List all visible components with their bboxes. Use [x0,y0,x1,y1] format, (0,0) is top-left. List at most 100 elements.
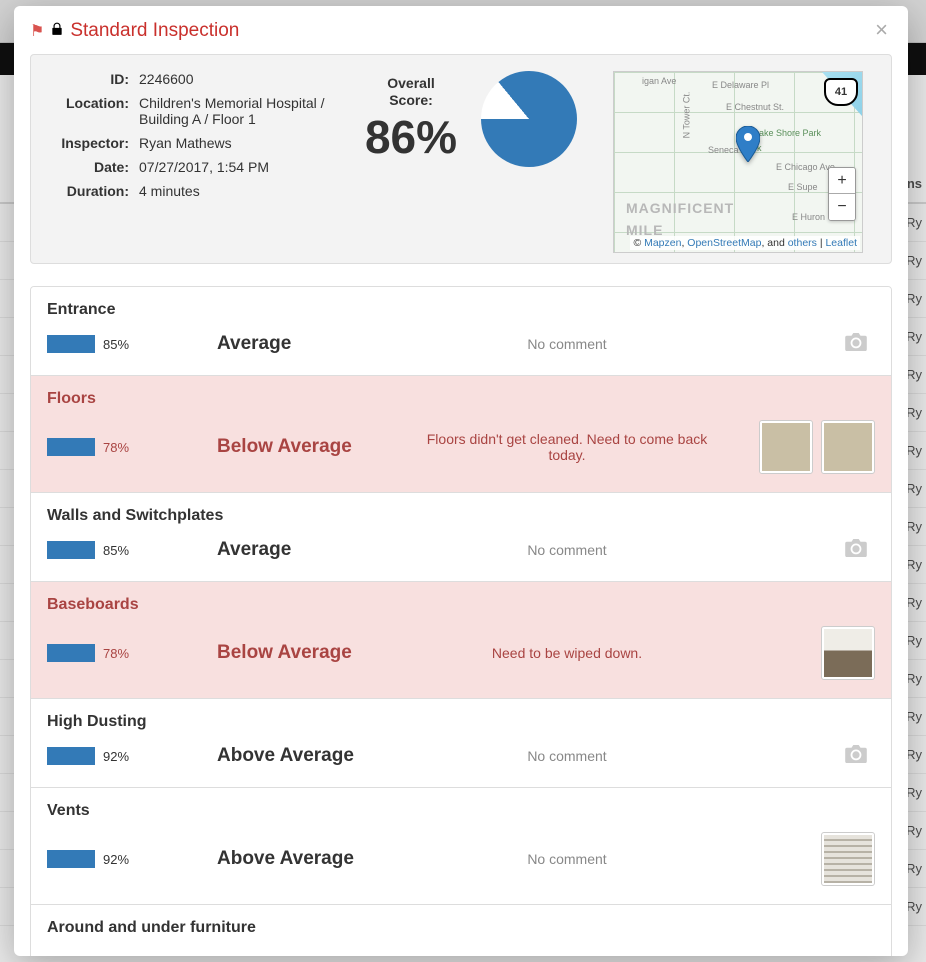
map-marker-icon [736,126,760,165]
meta-location-label: Location: [49,95,129,127]
photo-thumbnail[interactable] [821,626,875,680]
section: Around and under furniture [31,905,891,956]
map-street-delaware: E Delaware Pl [712,80,769,90]
rating-text: Average [217,333,407,355]
photo-image [824,423,872,471]
inspection-sections: Entrance 85% Average No comment Floors 78% Bel… [30,286,892,956]
hwy-shield: 41 [824,78,858,106]
summary-panel: ID: 2246600 Location: Children's Memoria… [30,54,892,264]
map-attribution: © Mapzen, OpenStreetMap, and others | Le… [630,236,860,250]
map-street-michigan: igan Ave [642,76,676,86]
score-bar [47,335,95,353]
flag-icon: ⚑ [30,21,44,41]
meta-inspector-label: Inspector: [49,135,129,151]
leaflet-link[interactable]: Leaflet [825,237,857,249]
camera-icon [819,743,867,769]
score-caption-1: Overall [365,75,457,93]
section: Entrance 85% Average No comment [31,287,891,376]
map-street-tower: N Tower Ct. [681,92,691,139]
zoom-in-button[interactable]: + [829,168,855,194]
section-title: Around and under furniture [47,919,875,937]
section-title: Vents [47,802,875,820]
meta-id-label: ID: [49,71,129,87]
rating-text: Average [217,539,407,561]
score-percent: 78% [103,440,129,455]
camera-icon [819,331,867,357]
score-value: 86% [365,110,457,164]
mapzen-link[interactable]: Mapzen [644,237,681,249]
comment-text: No comment [417,542,717,558]
camera-icon [819,537,867,563]
meta-id-value: 2246600 [139,71,329,87]
section: High Dusting92%Above AverageNo comment [31,699,891,788]
inspection-modal: ⚑ Standard Inspection × ID: 2246600 Loca… [14,6,908,956]
score-bar-cell: 92% [47,747,207,765]
section-row: 92% Above Average No comment [47,743,875,769]
score-bar-cell: 78% [47,644,207,662]
photo-thumbnail[interactable] [759,420,813,474]
photo-image [762,423,810,471]
score-bar [47,850,95,868]
score-pie-chart [481,71,577,167]
modal-title: Standard Inspection [70,20,239,42]
thumbnails [727,331,875,357]
score-bar [47,747,95,765]
section: Floors 78% Below Average Floors didn't get … [31,376,891,493]
lock-icon [50,22,64,40]
section: Vents 92% Above Average No comment [31,788,891,905]
score-caption-2: Score: [365,92,457,110]
map-street-superior: E Supe [788,182,818,192]
section-row: 92% Above Average No comment [47,832,875,886]
section-title: Baseboards [47,596,875,614]
section-title: Entrance [47,301,875,319]
section-title: Walls and Switchplates [47,507,875,525]
photo-image [824,835,872,883]
thumbnails [727,537,875,563]
comment-text: Floors didn't get cleaned. Need to come … [417,431,717,463]
section: Baseboards 78% Below Average Need to be wip… [31,582,891,699]
thumbnails [727,420,875,474]
rating-text: Below Average [217,436,407,458]
rating-text: Above Average [217,848,407,870]
map-street-seneca: Seneca [708,145,739,155]
meta-duration-label: Duration: [49,183,129,199]
meta-duration-value: 4 minutes [139,183,329,199]
score-bar-cell: 85% [47,541,207,559]
modal-body: ID: 2246600 Location: Children's Memoria… [14,54,908,956]
section-row: 85% Average No comment [47,331,875,357]
photo-thumbnail[interactable] [821,420,875,474]
thumbnails [727,626,875,680]
rating-text: Above Average [217,745,407,767]
score-bar [47,644,95,662]
others-link[interactable]: others [788,237,817,249]
map-lakeshore: Lake Shore Park [754,128,821,138]
zoom-out-button[interactable]: − [829,194,855,220]
comment-text: No comment [417,748,717,764]
section-title: Floors [47,390,875,408]
thumbnails [727,743,875,769]
meta-table: ID: 2246600 Location: Children's Memoria… [49,71,329,253]
overall-score: Overall Score: 86% [341,71,601,253]
score-bar [47,438,95,456]
section: Walls and Switchplates 85% Average No comme… [31,493,891,582]
score-bar-cell: 78% [47,438,207,456]
rating-text: Below Average [217,642,407,664]
comment-text: No comment [417,336,717,352]
section-row: 78% Below Average Floors didn't get cleane… [47,420,875,474]
map-street-huron: E Huron [792,212,825,222]
modal-header: ⚑ Standard Inspection × [14,6,908,54]
osm-link[interactable]: OpenStreetMap [687,237,761,249]
score-percent: 78% [103,646,129,661]
score-percent: 92% [103,852,129,867]
map[interactable]: igan Ave E Delaware Pl E Chestnut St. Se… [613,71,863,253]
comment-text: No comment [417,851,717,867]
map-street-chestnut: E Chestnut St. [726,102,784,112]
photo-thumbnail[interactable] [821,832,875,886]
meta-inspector-value: Ryan Mathews [139,135,329,151]
score-percent: 85% [103,543,129,558]
comment-text: Need to be wiped down. [417,645,717,661]
score-percent: 85% [103,337,129,352]
close-button[interactable]: × [869,16,894,44]
section-row: 85% Average No comment [47,537,875,563]
meta-date-value: 07/27/2017, 1:54 PM [139,159,329,175]
